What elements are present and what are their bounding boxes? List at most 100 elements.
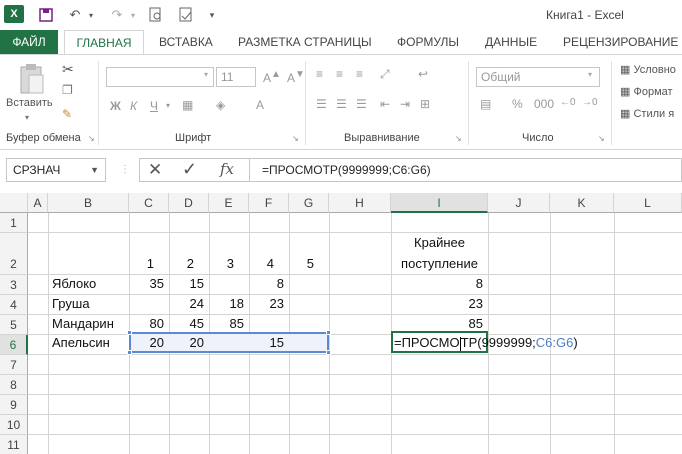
copy-icon[interactable]: ❐ [62, 83, 73, 97]
row-header-4[interactable]: 4 [0, 295, 28, 315]
cell-f6[interactable]: 15 [249, 333, 289, 353]
column-header-e[interactable]: E [209, 193, 249, 213]
font-launcher-icon[interactable]: ↘ [292, 134, 299, 143]
bold-button[interactable]: Ж [110, 99, 121, 113]
row-header-11[interactable]: 11 [0, 435, 28, 454]
align-bottom-icon[interactable]: ≡ [356, 67, 363, 81]
paste-icon[interactable] [18, 63, 46, 97]
number-launcher-icon[interactable]: ↘ [598, 134, 605, 143]
cell-i2[interactable]: поступление [391, 254, 488, 274]
merge-center-icon[interactable]: ⊞ [420, 97, 430, 111]
column-header-i[interactable]: I [391, 193, 488, 213]
alignment-launcher-icon[interactable]: ↘ [455, 134, 462, 143]
cell-e5[interactable]: 85 [209, 314, 249, 334]
insert-function-icon[interactable]: fx [220, 160, 234, 178]
row-header-1[interactable]: 1 [0, 213, 28, 233]
row-header-5[interactable]: 5 [0, 315, 28, 335]
format-painter-icon[interactable]: ✎ [62, 107, 72, 121]
cell-g2[interactable]: 5 [289, 254, 319, 274]
cell-c2[interactable]: 1 [129, 254, 159, 274]
comma-style-icon[interactable]: 000 [534, 97, 554, 111]
cell-b3[interactable]: Яблоко [48, 274, 129, 294]
font-name-box[interactable] [106, 67, 214, 87]
cell-d2[interactable]: 2 [169, 254, 199, 274]
column-header-g[interactable]: G [289, 193, 329, 213]
increase-decimal-icon[interactable]: ←0 [560, 97, 576, 108]
decrease-decimal-icon[interactable]: →0 [582, 97, 598, 108]
save-icon[interactable] [36, 5, 56, 25]
orientation-icon[interactable]: ⤢ [380, 67, 390, 82]
row-header-6[interactable]: 6 [0, 335, 28, 355]
increase-indent-icon[interactable]: ⇥ [400, 97, 410, 111]
tab-insert[interactable]: ВСТАВКА [159, 30, 213, 54]
name-box-dropdown-icon[interactable]: ▼ [90, 159, 99, 181]
column-header-b[interactable]: B [48, 193, 129, 213]
align-center-icon[interactable]: ☰ [336, 97, 347, 111]
row-header-8[interactable]: 8 [0, 375, 28, 395]
cell-e2[interactable]: 3 [209, 254, 239, 274]
row-header-10[interactable]: 10 [0, 415, 28, 435]
font-color-icon[interactable]: A [256, 98, 264, 112]
wrap-text-icon[interactable]: ↩ [418, 67, 428, 81]
undo-dropdown-icon[interactable]: ▾ [86, 5, 96, 25]
align-left-icon[interactable]: ☰ [316, 97, 327, 111]
grow-font-icon[interactable]: A▲ [263, 69, 281, 85]
range-handle[interactable] [326, 350, 331, 355]
fill-color-icon[interactable]: ◈ [216, 98, 225, 112]
number-format-box[interactable]: Общий [476, 67, 600, 87]
tab-file[interactable]: ФАЙЛ [0, 30, 58, 54]
tab-home[interactable]: ГЛАВНАЯ [64, 30, 144, 54]
percent-icon[interactable]: % [512, 97, 523, 111]
cell-f4[interactable]: 23 [249, 294, 289, 314]
cell-d4[interactable]: 24 [169, 294, 209, 314]
cell-i1[interactable]: Крайнее [391, 233, 488, 253]
tab-page-layout[interactable]: РАЗМЕТКА СТРАНИЦЫ [238, 30, 372, 54]
cell-b6[interactable]: Апельсин [48, 333, 129, 353]
column-header-f[interactable]: F [249, 193, 289, 213]
cell-edit-text[interactable]: =ПРОСМОТР(9999999;C6:G6) [394, 333, 578, 353]
row-header-2[interactable]: 2 [0, 233, 28, 275]
column-header-l[interactable]: L [614, 193, 682, 213]
range-handle[interactable] [326, 330, 331, 335]
column-header-d[interactable]: D [169, 193, 209, 213]
cell-f2[interactable]: 4 [249, 254, 279, 274]
cell-c6[interactable]: 20 [129, 333, 169, 353]
spelling-icon[interactable] [176, 5, 196, 25]
cell-c3[interactable]: 35 [129, 274, 169, 294]
customize-toolbar-icon[interactable]: ▾ [204, 5, 220, 25]
cell-d5[interactable]: 45 [169, 314, 209, 334]
align-top-icon[interactable]: ≡ [316, 67, 323, 81]
row-header-9[interactable]: 9 [0, 395, 28, 415]
print-preview-icon[interactable] [146, 5, 166, 25]
name-box[interactable]: СРЗНАЧ ▼ [6, 158, 106, 182]
column-header-h[interactable]: H [329, 193, 391, 213]
row-header-3[interactable]: 3 [0, 275, 28, 295]
clipboard-launcher-icon[interactable]: ↘ [88, 134, 95, 143]
column-header-a[interactable]: A [28, 193, 48, 213]
underline-dropdown-icon[interactable]: ▾ [166, 101, 170, 110]
font-size-box[interactable]: 11 [216, 67, 256, 87]
column-header-k[interactable]: K [550, 193, 614, 213]
cell-e4[interactable]: 18 [209, 294, 249, 314]
paste-dropdown-icon[interactable]: ▾ [25, 113, 29, 122]
redo-dropdown-icon[interactable]: ▾ [128, 5, 138, 25]
shrink-font-icon[interactable]: A▼ [287, 69, 305, 85]
cell-b4[interactable]: Груша [48, 294, 129, 314]
cell-c5[interactable]: 80 [129, 314, 169, 334]
redo-icon[interactable]: ↷ [108, 5, 126, 25]
tab-formulas[interactable]: ФОРМУЛЫ [397, 30, 459, 54]
tab-review[interactable]: РЕЦЕНЗИРОВАНИЕ [563, 30, 678, 54]
conditional-formatting-button[interactable]: ▦ Условно [620, 63, 676, 76]
row-header-7[interactable]: 7 [0, 355, 28, 375]
align-middle-icon[interactable]: ≡ [336, 67, 343, 81]
enter-icon[interactable]: ✓ [182, 159, 197, 180]
column-header-c[interactable]: C [129, 193, 169, 213]
cut-icon[interactable]: ✂ [62, 61, 74, 78]
underline-button[interactable]: Ч [150, 99, 158, 113]
tab-data[interactable]: ДАННЫЕ [485, 30, 537, 54]
cell-f3[interactable]: 8 [249, 274, 289, 294]
undo-icon[interactable]: ↶ [66, 5, 84, 25]
cell-i4[interactable]: 23 [391, 294, 488, 314]
borders-icon[interactable]: ▦ [182, 98, 193, 112]
paste-button[interactable]: Вставить [6, 97, 53, 109]
